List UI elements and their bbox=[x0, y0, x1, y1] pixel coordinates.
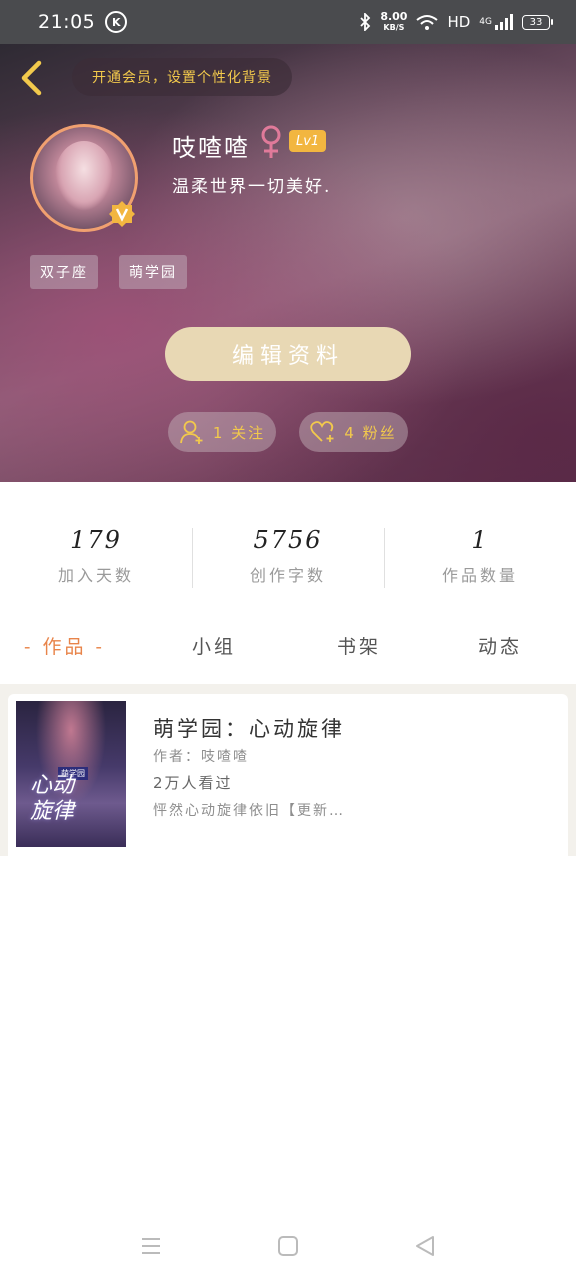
verified-v-icon bbox=[109, 201, 135, 227]
home-square-icon[interactable] bbox=[276, 1234, 300, 1258]
chevron-left-icon bbox=[21, 60, 42, 96]
profile-bio: 温柔世界一切美好. bbox=[172, 177, 332, 197]
heart-plus-icon bbox=[310, 421, 334, 442]
stat-value: 5756 bbox=[253, 526, 323, 554]
stat-word-count: 5756 创作字数 bbox=[192, 526, 384, 586]
tab-activity[interactable]: 动态 bbox=[478, 632, 522, 659]
stat-label: 加入天数 bbox=[57, 566, 134, 585]
hd-indicator: HD bbox=[447, 13, 471, 31]
female-icon bbox=[261, 125, 281, 158]
fans-button[interactable]: 4 粉丝 bbox=[299, 412, 408, 452]
stat-join-days: 179 加入天数 bbox=[0, 526, 192, 586]
vip-background-banner[interactable]: 开通会员，设置个性化背景 bbox=[72, 58, 292, 96]
book-card[interactable]: 萌学园 心动 旋律 萌学园：心动旋律 作者：吱喳喳 2万人看过 怦然心动旋律依旧… bbox=[8, 694, 568, 856]
back-button[interactable] bbox=[14, 58, 48, 98]
stat-label: 创作字数 bbox=[249, 566, 326, 585]
edit-profile-button[interactable]: 编辑资料 bbox=[165, 327, 411, 381]
cover-title-line: 心动 bbox=[30, 773, 75, 798]
stat-label: 作品数量 bbox=[441, 566, 518, 585]
book-author: 作者：吱喳喳 bbox=[153, 749, 249, 765]
bluetooth-icon bbox=[360, 13, 371, 31]
status-icons: 8.00 KB/S HD 4G 33 bbox=[359, 11, 553, 33]
stat-value: 1 bbox=[471, 526, 489, 554]
stat-works-count: 1 作品数量 bbox=[384, 526, 576, 586]
book-views: 2万人看过 bbox=[153, 774, 233, 792]
system-nav-bar bbox=[0, 1210, 576, 1280]
following-label: 1 关注 bbox=[212, 423, 266, 442]
status-bar: 21:05 K 8.00 KB/S HD 4G 33 bbox=[0, 0, 576, 44]
network-speed: 8.00 KB/S bbox=[380, 11, 407, 33]
signal-icon bbox=[495, 14, 513, 30]
menu-icon[interactable] bbox=[139, 1234, 163, 1258]
tab-bookshelf[interactable]: 书架 bbox=[337, 632, 381, 659]
cover-title: 心动 旋律 bbox=[30, 773, 74, 825]
works-list: 萌学园 心动 旋律 萌学园：心动旋律 作者：吱喳喳 2万人看过 怦然心动旋律依旧… bbox=[0, 684, 576, 856]
username: 吱喳喳 bbox=[172, 134, 250, 162]
wifi-icon bbox=[416, 15, 439, 30]
book-cover: 萌学园 心动 旋律 bbox=[16, 701, 126, 847]
profile-header: 开通会员，设置个性化背景 吱喳喳 Lv1 温柔世界一切美好. 双子座 萌学园 编… bbox=[0, 44, 576, 482]
tab-groups[interactable]: 小组 bbox=[192, 632, 236, 659]
cover-title-line: 旋律 bbox=[30, 799, 75, 824]
profile-tabs: - 作品 - 小组 书架 动态 bbox=[0, 606, 576, 684]
network-speed-unit: KB/S bbox=[383, 23, 405, 32]
stat-value: 179 bbox=[70, 526, 122, 554]
book-title: 萌学园：心动旋律 bbox=[153, 717, 345, 741]
fans-label: 4 粉丝 bbox=[344, 423, 397, 442]
tag-zodiac: 双子座 bbox=[30, 255, 98, 289]
network-speed-value: 8.00 bbox=[380, 10, 408, 23]
level-badge: Lv1 bbox=[289, 130, 327, 152]
status-time: 21:05 bbox=[38, 11, 96, 33]
back-triangle-icon[interactable] bbox=[413, 1234, 437, 1258]
avatar[interactable] bbox=[30, 124, 138, 232]
following-button[interactable]: 1 关注 bbox=[168, 412, 276, 452]
add-user-icon bbox=[179, 420, 203, 444]
stats-row: 179 加入天数 5756 创作字数 1 作品数量 bbox=[0, 482, 576, 607]
k-app-icon: K bbox=[105, 11, 128, 33]
tag-school: 萌学园 bbox=[119, 255, 187, 289]
book-description: 怦然心动旋律依旧【更新… bbox=[153, 803, 345, 819]
network-type: 4G bbox=[479, 17, 492, 27]
tab-works[interactable]: - 作品 - bbox=[24, 632, 105, 659]
battery-icon: 33 bbox=[522, 14, 553, 30]
